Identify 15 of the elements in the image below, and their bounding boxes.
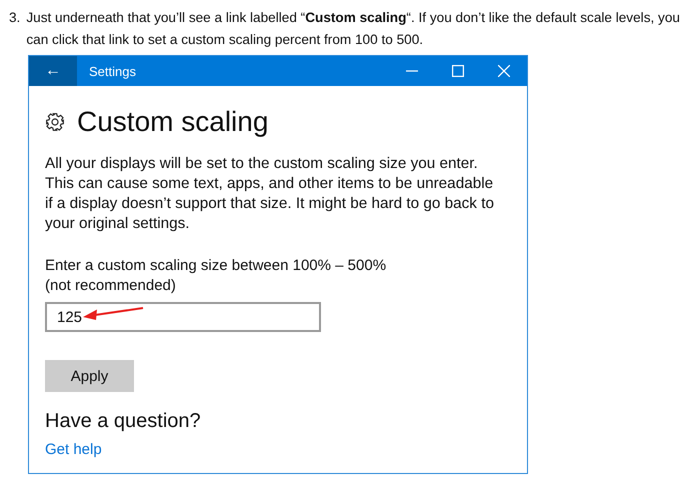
description-text: All your displays will be set to the custom scaling size you enter. This can cause some text, apps, and other items to be unreadable if a display doesn’t support that size. It might be hard to go back to your original settings. [45,154,495,234]
settings-icon [45,112,65,132]
step-text: Just underneath that you’ll see a link labelled “Custom scaling“. If you don’t like the default scale levels, you can click that link to set a custom scaling percent from 100 to 500. [26,9,681,49]
window-title: Settings [89,64,137,78]
help-heading: Have a question? [45,410,202,433]
field-label: Enter a custom scaling size between 100% – 500% (not recommended) [45,256,388,296]
back-button[interactable]: ← [29,56,77,86]
annotation-arrow [83,306,145,322]
maximize-icon [452,65,464,77]
step-number: 3. [9,9,20,27]
page-heading: Custom scaling [77,106,268,138]
close-icon [498,65,510,77]
get-help-link[interactable]: Get help [45,441,102,458]
apply-button[interactable]: Apply [45,360,134,392]
scaling-input-field[interactable]: 125 [45,302,321,332]
